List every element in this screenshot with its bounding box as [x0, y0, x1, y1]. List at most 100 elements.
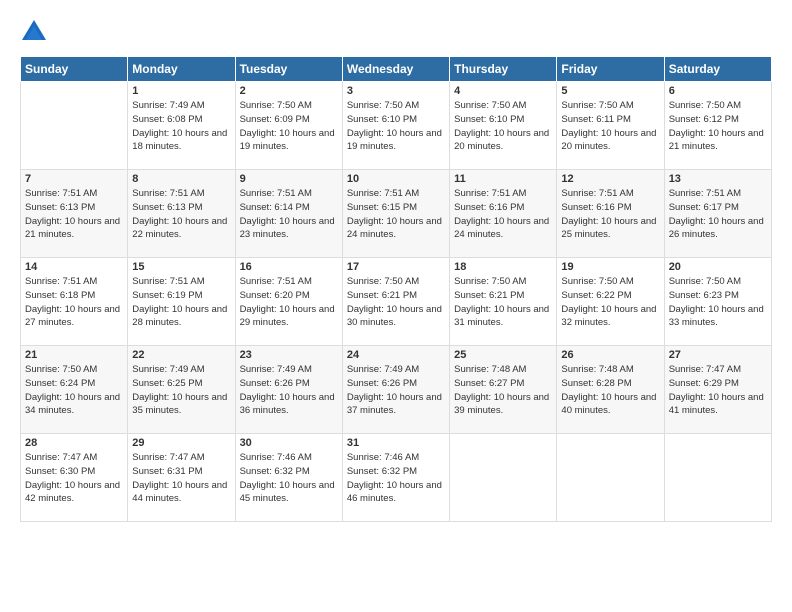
calendar-cell: 15 Sunrise: 7:51 AMSunset: 6:19 PMDayligh… [128, 258, 235, 346]
day-number: 22 [132, 349, 230, 361]
calendar-cell: 23 Sunrise: 7:49 AMSunset: 6:26 PMDayligh… [235, 346, 342, 434]
calendar-week-1: 1 Sunrise: 7:49 AMSunset: 6:08 PMDaylight… [21, 82, 772, 170]
day-info: Sunrise: 7:50 AMSunset: 6:09 PMDaylight:… [240, 99, 338, 154]
calendar-cell: 26 Sunrise: 7:48 AMSunset: 6:28 PMDayligh… [557, 346, 664, 434]
day-info: Sunrise: 7:50 AMSunset: 6:10 PMDaylight:… [347, 99, 445, 154]
day-number: 27 [669, 349, 767, 361]
day-info: Sunrise: 7:50 AMSunset: 6:23 PMDaylight:… [669, 275, 767, 330]
day-info: Sunrise: 7:51 AMSunset: 6:20 PMDaylight:… [240, 275, 338, 330]
day-info: Sunrise: 7:51 AMSunset: 6:14 PMDaylight:… [240, 187, 338, 242]
day-number: 28 [25, 437, 123, 449]
day-info: Sunrise: 7:50 AMSunset: 6:21 PMDaylight:… [454, 275, 552, 330]
day-info: Sunrise: 7:51 AMSunset: 6:13 PMDaylight:… [25, 187, 123, 242]
day-number: 20 [669, 261, 767, 273]
day-number: 19 [561, 261, 659, 273]
day-info: Sunrise: 7:50 AMSunset: 6:10 PMDaylight:… [454, 99, 552, 154]
header [20, 18, 772, 46]
calendar-cell: 17Sunrise: 7:50 AMSunset: 6:21 PMDayligh… [342, 258, 449, 346]
calendar-cell: 11Sunrise: 7:51 AMSunset: 6:16 PMDayligh… [450, 170, 557, 258]
header-monday: Monday [128, 57, 235, 82]
calendar-cell [557, 434, 664, 522]
day-info: Sunrise: 7:46 AMSunset: 6:32 PMDaylight:… [240, 451, 338, 506]
day-info: Sunrise: 7:51 AMSunset: 6:17 PMDaylight:… [669, 187, 767, 242]
calendar-cell: 31 Sunrise: 7:46 AMSunset: 6:32 PMDayligh… [342, 434, 449, 522]
day-info: Sunrise: 7:51 AMSunset: 6:13 PMDaylight:… [132, 187, 230, 242]
day-info: Sunrise: 7:51 AMSunset: 6:18 PMDaylight:… [25, 275, 123, 330]
page: SundayMondayTuesdayWednesdayThursdayFrid… [0, 0, 792, 534]
day-info: Sunrise: 7:50 AMSunset: 6:22 PMDaylight:… [561, 275, 659, 330]
day-number: 6 [669, 85, 767, 97]
day-info: Sunrise: 7:51 AMSunset: 6:16 PMDaylight:… [454, 187, 552, 242]
day-number: 8 [132, 173, 230, 185]
day-number: 26 [561, 349, 659, 361]
calendar-header-row: SundayMondayTuesdayWednesdayThursdayFrid… [21, 57, 772, 82]
day-number: 4 [454, 85, 552, 97]
calendar-cell: 29 Sunrise: 7:47 AMSunset: 6:31 PMDayligh… [128, 434, 235, 522]
day-number: 10 [347, 173, 445, 185]
day-info: Sunrise: 7:47 AMSunset: 6:31 PMDaylight:… [132, 451, 230, 506]
calendar-week-3: 14 Sunrise: 7:51 AMSunset: 6:18 PMDayligh… [21, 258, 772, 346]
calendar-cell: 25 Sunrise: 7:48 AMSunset: 6:27 PMDayligh… [450, 346, 557, 434]
calendar-cell [450, 434, 557, 522]
calendar-cell: 9 Sunrise: 7:51 AMSunset: 6:14 PMDaylight… [235, 170, 342, 258]
day-info: Sunrise: 7:47 AMSunset: 6:30 PMDaylight:… [25, 451, 123, 506]
header-sunday: Sunday [21, 57, 128, 82]
calendar-cell: 19 Sunrise: 7:50 AMSunset: 6:22 PMDayligh… [557, 258, 664, 346]
day-number: 29 [132, 437, 230, 449]
day-number: 24 [347, 349, 445, 361]
day-info: Sunrise: 7:50 AMSunset: 6:11 PMDaylight:… [561, 99, 659, 154]
calendar-cell: 21 Sunrise: 7:50 AMSunset: 6:24 PMDayligh… [21, 346, 128, 434]
day-number: 9 [240, 173, 338, 185]
calendar-cell: 27 Sunrise: 7:47 AMSunset: 6:29 PMDayligh… [664, 346, 771, 434]
day-info: Sunrise: 7:51 AMSunset: 6:15 PMDaylight:… [347, 187, 445, 242]
day-number: 31 [347, 437, 445, 449]
calendar-cell: 2 Sunrise: 7:50 AMSunset: 6:09 PMDaylight… [235, 82, 342, 170]
calendar-cell: 4 Sunrise: 7:50 AMSunset: 6:10 PMDaylight… [450, 82, 557, 170]
day-info: Sunrise: 7:51 AMSunset: 6:16 PMDaylight:… [561, 187, 659, 242]
calendar-cell: 20 Sunrise: 7:50 AMSunset: 6:23 PMDayligh… [664, 258, 771, 346]
day-info: Sunrise: 7:49 AMSunset: 6:08 PMDaylight:… [132, 99, 230, 154]
day-info: Sunrise: 7:48 AMSunset: 6:27 PMDaylight:… [454, 363, 552, 418]
calendar-week-4: 21 Sunrise: 7:50 AMSunset: 6:24 PMDayligh… [21, 346, 772, 434]
calendar-cell: 28 Sunrise: 7:47 AMSunset: 6:30 PMDayligh… [21, 434, 128, 522]
calendar-cell: 18Sunrise: 7:50 AMSunset: 6:21 PMDayligh… [450, 258, 557, 346]
day-number: 16 [240, 261, 338, 273]
calendar-cell: 22Sunrise: 7:49 AMSunset: 6:25 PMDayligh… [128, 346, 235, 434]
day-number: 15 [132, 261, 230, 273]
calendar-cell: 13Sunrise: 7:51 AMSunset: 6:17 PMDayligh… [664, 170, 771, 258]
calendar-cell: 12Sunrise: 7:51 AMSunset: 6:16 PMDayligh… [557, 170, 664, 258]
header-friday: Friday [557, 57, 664, 82]
calendar-cell: 16 Sunrise: 7:51 AMSunset: 6:20 PMDayligh… [235, 258, 342, 346]
day-number: 3 [347, 85, 445, 97]
day-number: 7 [25, 173, 123, 185]
calendar-cell: 6 Sunrise: 7:50 AMSunset: 6:12 PMDaylight… [664, 82, 771, 170]
day-info: Sunrise: 7:51 AMSunset: 6:19 PMDaylight:… [132, 275, 230, 330]
calendar-cell: 3 Sunrise: 7:50 AMSunset: 6:10 PMDaylight… [342, 82, 449, 170]
day-number: 25 [454, 349, 552, 361]
calendar-cell: 7 Sunrise: 7:51 AMSunset: 6:13 PMDaylight… [21, 170, 128, 258]
calendar-cell: 8 Sunrise: 7:51 AMSunset: 6:13 PMDaylight… [128, 170, 235, 258]
day-info: Sunrise: 7:50 AMSunset: 6:12 PMDaylight:… [669, 99, 767, 154]
header-tuesday: Tuesday [235, 57, 342, 82]
day-info: Sunrise: 7:46 AMSunset: 6:32 PMDaylight:… [347, 451, 445, 506]
day-number: 23 [240, 349, 338, 361]
day-number: 1 [132, 85, 230, 97]
day-info: Sunrise: 7:50 AMSunset: 6:24 PMDaylight:… [25, 363, 123, 418]
day-number: 30 [240, 437, 338, 449]
day-info: Sunrise: 7:49 AMSunset: 6:26 PMDaylight:… [240, 363, 338, 418]
day-info: Sunrise: 7:47 AMSunset: 6:29 PMDaylight:… [669, 363, 767, 418]
calendar-cell: 1 Sunrise: 7:49 AMSunset: 6:08 PMDaylight… [128, 82, 235, 170]
calendar-cell: 5 Sunrise: 7:50 AMSunset: 6:11 PMDaylight… [557, 82, 664, 170]
calendar-week-5: 28 Sunrise: 7:47 AMSunset: 6:30 PMDayligh… [21, 434, 772, 522]
day-number: 14 [25, 261, 123, 273]
header-thursday: Thursday [450, 57, 557, 82]
calendar-cell: 10 Sunrise: 7:51 AMSunset: 6:15 PMDayligh… [342, 170, 449, 258]
day-number: 17 [347, 261, 445, 273]
day-info: Sunrise: 7:48 AMSunset: 6:28 PMDaylight:… [561, 363, 659, 418]
day-number: 21 [25, 349, 123, 361]
header-saturday: Saturday [664, 57, 771, 82]
day-info: Sunrise: 7:49 AMSunset: 6:26 PMDaylight:… [347, 363, 445, 418]
day-number: 5 [561, 85, 659, 97]
calendar-cell [664, 434, 771, 522]
day-number: 2 [240, 85, 338, 97]
